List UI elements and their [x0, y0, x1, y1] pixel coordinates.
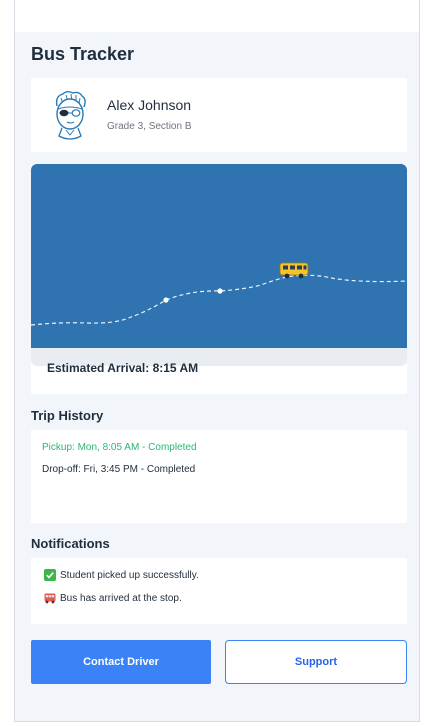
trip-history-heading: Trip History: [31, 408, 104, 423]
notification-item: Bus has arrived at the stop.: [44, 592, 182, 604]
student-avatar-icon: [55, 91, 86, 140]
school-bus-icon: [279, 262, 309, 279]
route-stop-dot: [163, 297, 169, 303]
trip-history-card: Pickup: Mon, 8:05 AM - Completed Drop-of…: [31, 430, 407, 523]
student-name: Alex Johnson: [107, 97, 192, 113]
check-mark-icon: [44, 569, 56, 581]
notification-text: Bus has arrived at the stop.: [60, 592, 182, 604]
app-frame: Bus Tracker Alex Johnson Grade 3, Sectio…: [14, 0, 420, 722]
route-stop-dot: [217, 288, 223, 294]
bus-route-line: [31, 274, 407, 326]
bus-map-card: Estimated Arrival: 8:15 AM: [31, 164, 407, 394]
trip-history-entry: Pickup: Mon, 8:05 AM - Completed: [42, 442, 197, 453]
notification-item: Student picked up successfully.: [44, 569, 199, 581]
trip-history-entry: Drop-off: Fri, 3:45 PM - Completed: [42, 464, 196, 475]
support-button[interactable]: Support: [225, 640, 407, 684]
student-profile-card: Alex Johnson Grade 3, Section B: [31, 78, 407, 152]
bus-icon: [44, 593, 56, 604]
notifications-card: Student picked up successfully. Bus has …: [31, 558, 407, 624]
student-class: Grade 3, Section B: [107, 121, 192, 132]
estimated-arrival: Estimated Arrival: 8:15 AM: [47, 361, 199, 375]
page-title: Bus Tracker: [31, 44, 135, 64]
bus-location-map[interactable]: [31, 164, 407, 348]
route-overlay: [31, 262, 407, 326]
top-bar: [15, 0, 419, 32]
notification-text: Student picked up successfully.: [60, 569, 199, 581]
notifications-heading: Notifications: [31, 536, 110, 551]
contact-driver-button[interactable]: Contact Driver: [31, 640, 211, 684]
